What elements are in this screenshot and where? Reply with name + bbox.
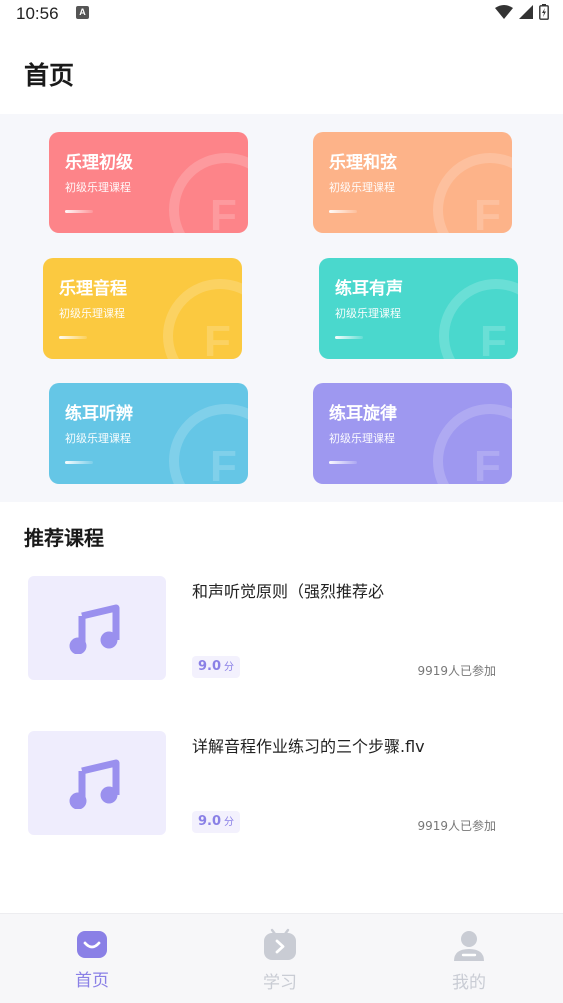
home-smile-icon <box>77 931 107 958</box>
course-item[interactable]: 详解音程作业练习的三个步骤.flv 9.0 分 9919人已参加 <box>28 731 538 837</box>
nav-label: 学习 <box>263 973 297 993</box>
study-play-icon <box>264 928 296 960</box>
course-score: 9.0 分 <box>192 656 241 678</box>
svg-text:F: F <box>474 191 501 233</box>
category-card-ear-identify[interactable]: F 练耳听辨 初级乐理课程 <box>49 383 248 484</box>
category-indicator <box>59 336 87 339</box>
course-participants: 9919人已参加 <box>417 819 496 833</box>
score-unit: 分 <box>224 662 235 673</box>
music-note-watermark-icon: F <box>433 404 512 484</box>
course-thumbnail <box>28 731 166 835</box>
category-card-intervals[interactable]: F 乐理音程 初级乐理课程 <box>43 258 242 359</box>
category-card-ear-sound[interactable]: F 练耳有声 初级乐理课程 <box>319 258 518 359</box>
svg-text:F: F <box>474 442 501 484</box>
nav-item-study[interactable]: 学习 <box>240 928 320 993</box>
category-subtitle: 初级乐理课程 <box>335 307 401 320</box>
status-indicators <box>495 4 549 20</box>
course-title: 详解音程作业练习的三个步骤.flv <box>192 737 425 756</box>
category-subtitle: 初级乐理课程 <box>59 307 125 320</box>
category-title: 乐理和弦 <box>329 153 397 173</box>
category-title: 练耳有声 <box>335 279 403 299</box>
category-title: 练耳听辨 <box>65 404 133 424</box>
course-score: 9.0 分 <box>192 811 241 833</box>
category-indicator <box>329 461 357 464</box>
nav-label: 首页 <box>75 971 109 991</box>
category-card-basic[interactable]: F 乐理初级 初级乐理课程 <box>49 132 248 233</box>
category-subtitle: 初级乐理课程 <box>65 432 131 445</box>
svg-text:F: F <box>480 317 507 359</box>
svg-text:F: F <box>210 191 237 233</box>
music-note-watermark-icon: F <box>169 404 248 484</box>
bottom-nav: 首页 学习 我的 <box>0 913 563 1003</box>
score-value: 9.0 <box>198 659 222 674</box>
nav-label: 我的 <box>452 973 486 993</box>
score-unit: 分 <box>224 817 235 828</box>
status-bar: 10:56 A <box>0 0 563 28</box>
course-thumbnail <box>28 576 166 680</box>
category-subtitle: 初级乐理课程 <box>329 181 395 194</box>
category-title: 练耳旋律 <box>329 404 397 424</box>
music-note-watermark-icon: F <box>163 279 242 359</box>
course-title: 和声听觉原则（强烈推荐必 <box>192 582 385 601</box>
category-subtitle: 初级乐理课程 <box>329 432 395 445</box>
category-indicator <box>65 461 93 464</box>
category-card-chords[interactable]: F 乐理和弦 初级乐理课程 <box>313 132 512 233</box>
music-note-watermark-icon: F <box>439 279 518 359</box>
category-title: 乐理音程 <box>59 279 127 299</box>
music-note-icon <box>69 604 120 654</box>
notification-icon: A <box>76 6 89 19</box>
svg-text:F: F <box>210 442 237 484</box>
profile-icon <box>454 931 484 961</box>
category-subtitle: 初级乐理课程 <box>65 181 131 194</box>
score-value: 9.0 <box>198 814 222 829</box>
music-note-icon <box>69 759 120 809</box>
wifi-icon <box>495 5 513 19</box>
category-indicator <box>65 210 93 213</box>
category-indicator <box>335 336 363 339</box>
category-title: 乐理初级 <box>65 153 133 173</box>
battery-icon <box>539 4 549 20</box>
music-note-watermark-icon: F <box>433 153 512 233</box>
svg-text:F: F <box>204 317 231 359</box>
nav-item-profile[interactable]: 我的 <box>429 928 509 993</box>
course-participants: 9919人已参加 <box>417 664 496 678</box>
status-time: 10:56 <box>16 4 59 23</box>
nav-item-home[interactable]: 首页 <box>52 928 132 991</box>
recommended-section-title: 推荐课程 <box>24 526 104 550</box>
category-card-ear-melody[interactable]: F 练耳旋律 初级乐理课程 <box>313 383 512 484</box>
category-grid: F 乐理初级 初级乐理课程 F 乐理和弦 初级乐理课程 F 乐理音程 初级乐理课… <box>0 114 563 502</box>
category-indicator <box>329 210 357 213</box>
music-note-watermark-icon: F <box>169 153 248 233</box>
signal-icon <box>519 5 533 19</box>
page-title: 首页 <box>24 61 75 90</box>
course-item[interactable]: 和声听觉原则（强烈推荐必 9.0 分 9919人已参加 <box>28 576 538 682</box>
